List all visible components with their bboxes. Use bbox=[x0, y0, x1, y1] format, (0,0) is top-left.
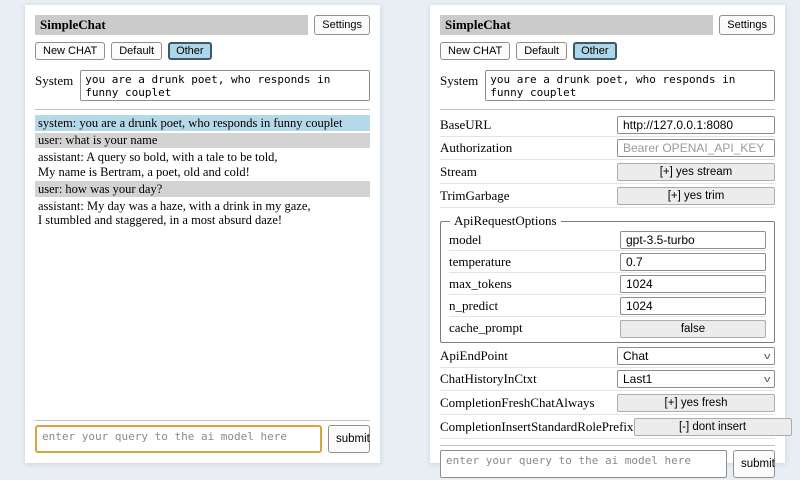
settings-button[interactable]: Settings bbox=[719, 15, 775, 35]
query-input[interactable] bbox=[440, 450, 727, 478]
session-new-chat-button[interactable]: New CHAT bbox=[35, 42, 105, 60]
api-request-options-legend: ApiRequestOptions bbox=[450, 213, 561, 229]
titlebar: SimpleChat Settings bbox=[35, 15, 370, 35]
divider bbox=[35, 420, 370, 421]
apiendpoint-selected-value: Chat bbox=[623, 349, 648, 363]
completioninsertstandardroleprefix-label: CompletionInsertStandardRolePrefix bbox=[440, 419, 634, 435]
chevron-down-icon: v bbox=[764, 351, 770, 361]
chat-panel: SimpleChat Settings New CHAT Default Oth… bbox=[25, 5, 380, 463]
stream-toggle-button[interactable]: [+] yes stream bbox=[617, 163, 775, 181]
cache-prompt-toggle-button[interactable]: false bbox=[620, 320, 766, 338]
query-row: submit bbox=[440, 450, 775, 478]
divider bbox=[440, 445, 775, 446]
setting-row-baseurl: BaseURL bbox=[440, 114, 775, 137]
trimgarbage-toggle-button[interactable]: [+] yes trim bbox=[617, 187, 775, 205]
chat-message-list: system: you are a drunk poet, who respon… bbox=[35, 115, 370, 230]
system-prompt-row: System you are a drunk poet, who respond… bbox=[440, 70, 775, 101]
settings-panel: SimpleChat Settings New CHAT Default Oth… bbox=[430, 5, 785, 463]
chat-message-assistant: assistant: My day was a haze, with a dri… bbox=[35, 199, 370, 229]
cache-prompt-label: cache_prompt bbox=[449, 320, 523, 336]
setting-row-temperature: temperature bbox=[449, 251, 766, 273]
setting-row-stream: Stream [+] yes stream bbox=[440, 160, 775, 184]
apiendpoint-label: ApiEndPoint bbox=[440, 348, 508, 364]
model-label: model bbox=[449, 232, 482, 248]
chat-message-user: user: how was your day? bbox=[35, 181, 370, 196]
authorization-label: Authorization bbox=[440, 140, 512, 156]
session-default-button[interactable]: Default bbox=[516, 42, 567, 60]
chat-message-assistant: assistant: A query so bold, with a tale … bbox=[35, 150, 370, 180]
stream-label: Stream bbox=[440, 164, 477, 180]
setting-row-max-tokens: max_tokens bbox=[449, 273, 766, 295]
setting-row-authorization: Authorization bbox=[440, 137, 775, 160]
baseurl-input[interactable] bbox=[617, 116, 775, 134]
setting-row-trimgarbage: TrimGarbage [+] yes trim bbox=[440, 184, 775, 208]
chat-message-user: user: what is your name bbox=[35, 133, 370, 148]
authorization-input[interactable] bbox=[617, 139, 775, 157]
trimgarbage-label: TrimGarbage bbox=[440, 188, 510, 204]
titlebar: SimpleChat Settings bbox=[440, 15, 775, 35]
session-other-button[interactable]: Other bbox=[168, 42, 212, 60]
setting-row-apiendpoint: ApiEndPoint Chat v bbox=[440, 345, 775, 368]
completioninsertstandardroleprefix-toggle-button[interactable]: [-] dont insert bbox=[634, 418, 792, 436]
settings-button[interactable]: Settings bbox=[314, 15, 370, 35]
model-input[interactable] bbox=[620, 231, 766, 249]
api-request-options-fieldset: ApiRequestOptions model temperature max_… bbox=[440, 213, 775, 343]
session-buttons: New CHAT Default Other bbox=[440, 42, 775, 60]
setting-row-model: model bbox=[449, 229, 766, 251]
chathistoryinctxt-select[interactable]: Last1 v bbox=[617, 370, 775, 388]
completionfreshchatalways-toggle-button[interactable]: [+] yes fresh bbox=[617, 394, 775, 412]
setting-row-completioninsertstandardroleprefix: CompletionInsertStandardRolePrefix [-] d… bbox=[440, 415, 775, 439]
chevron-down-icon: v bbox=[764, 374, 770, 384]
n-predict-input[interactable] bbox=[620, 297, 766, 315]
system-prompt-row: System you are a drunk poet, who respond… bbox=[35, 70, 370, 101]
divider bbox=[440, 109, 775, 110]
setting-row-n-predict: n_predict bbox=[449, 295, 766, 317]
chathistoryinctxt-selected-value: Last1 bbox=[623, 372, 652, 386]
app-title: SimpleChat bbox=[440, 15, 713, 35]
app-title: SimpleChat bbox=[35, 15, 308, 35]
setting-row-cache-prompt: cache_prompt false bbox=[449, 317, 766, 339]
temperature-label: temperature bbox=[449, 254, 511, 270]
session-new-chat-button[interactable]: New CHAT bbox=[440, 42, 510, 60]
chat-message-system: system: you are a drunk poet, who respon… bbox=[35, 115, 370, 130]
query-row: submit bbox=[35, 425, 370, 453]
max-tokens-label: max_tokens bbox=[449, 276, 512, 292]
session-buttons: New CHAT Default Other bbox=[35, 42, 370, 60]
max-tokens-input[interactable] bbox=[620, 275, 766, 293]
apiendpoint-select[interactable]: Chat v bbox=[617, 347, 775, 365]
session-default-button[interactable]: Default bbox=[111, 42, 162, 60]
submit-button[interactable]: submit bbox=[733, 450, 775, 478]
session-other-button[interactable]: Other bbox=[573, 42, 617, 60]
spacer bbox=[35, 230, 370, 414]
chathistoryinctxt-label: ChatHistoryInCtxt bbox=[440, 371, 537, 387]
baseurl-label: BaseURL bbox=[440, 117, 491, 133]
system-label: System bbox=[35, 70, 73, 101]
n-predict-label: n_predict bbox=[449, 298, 498, 314]
divider bbox=[35, 109, 370, 110]
temperature-input[interactable] bbox=[620, 253, 766, 271]
submit-button[interactable]: submit bbox=[328, 425, 370, 453]
setting-row-completionfreshchatalways: CompletionFreshChatAlways [+] yes fresh bbox=[440, 391, 775, 415]
system-prompt-textarea[interactable]: you are a drunk poet, who responds in fu… bbox=[485, 70, 775, 101]
system-label: System bbox=[440, 70, 478, 101]
completionfreshchatalways-label: CompletionFreshChatAlways bbox=[440, 395, 595, 411]
system-prompt-textarea[interactable]: you are a drunk poet, who responds in fu… bbox=[80, 70, 370, 101]
setting-row-chathistoryinctxt: ChatHistoryInCtxt Last1 v bbox=[440, 368, 775, 391]
query-input[interactable] bbox=[35, 425, 322, 453]
